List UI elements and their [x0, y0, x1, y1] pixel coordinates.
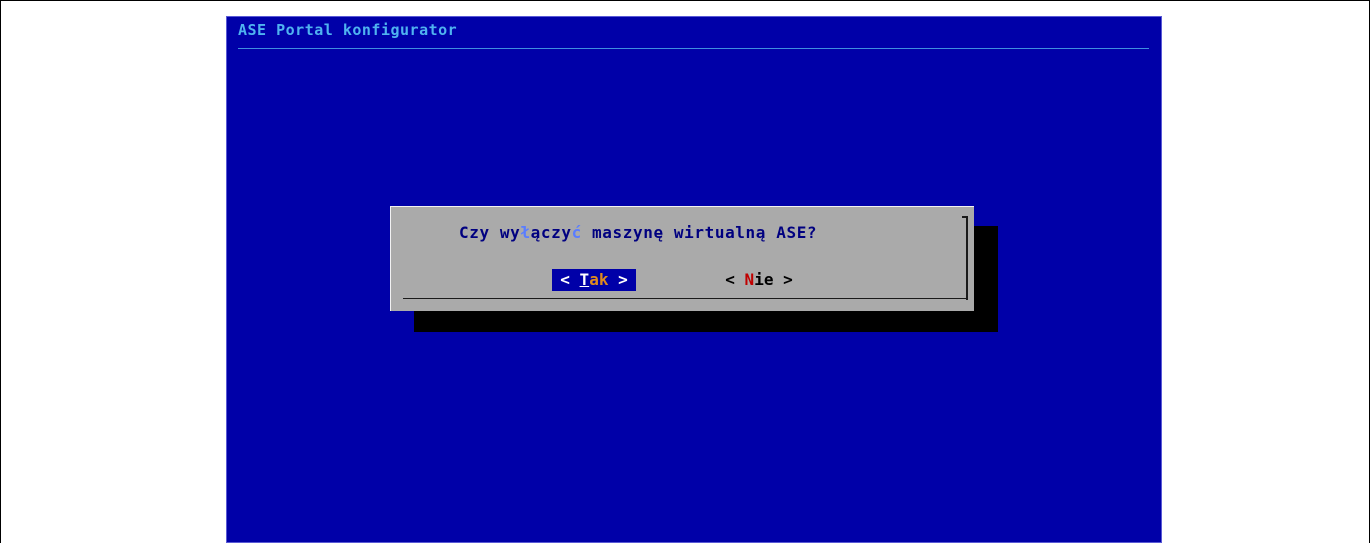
window-frame: ASE Portal konfigurator Czy wyłączyć mas…	[0, 0, 1370, 543]
terminal-screen: ASE Portal konfigurator Czy wyłączyć mas…	[226, 16, 1162, 543]
no-button[interactable]: < Nie >	[717, 269, 801, 291]
backtitle-divider	[238, 48, 1149, 49]
dialog-border-corner	[962, 216, 968, 218]
confirm-dialog: Czy wyłączyć maszynę wirtualną ASE? < Ta…	[390, 206, 974, 311]
yes-button-close: >	[608, 270, 628, 289]
yes-button[interactable]: < Tak >	[552, 269, 636, 291]
dialog-border-right	[966, 216, 968, 300]
prompt-text-end: maszynę wirtualną ASE?	[581, 223, 818, 242]
prompt-text-middle: ączy	[530, 223, 572, 242]
no-button-close: >	[773, 270, 793, 289]
no-button-open: <	[725, 270, 745, 289]
yes-button-hotkey: T	[579, 270, 590, 289]
dialog-border-bottom	[403, 298, 968, 299]
yes-button-label-rest: ak	[589, 270, 609, 289]
prompt-text-start: Czy wy	[459, 223, 521, 242]
dialog-prompt: Czy wyłączyć maszynę wirtualną ASE?	[459, 223, 817, 242]
prompt-highlight-char: ł	[520, 223, 531, 242]
no-button-label-rest: ie	[754, 270, 774, 289]
no-button-hotkey: N	[744, 270, 755, 289]
yes-button-open: <	[560, 270, 580, 289]
prompt-highlight-char: ć	[571, 223, 582, 242]
backtitle: ASE Portal konfigurator	[238, 21, 458, 39]
